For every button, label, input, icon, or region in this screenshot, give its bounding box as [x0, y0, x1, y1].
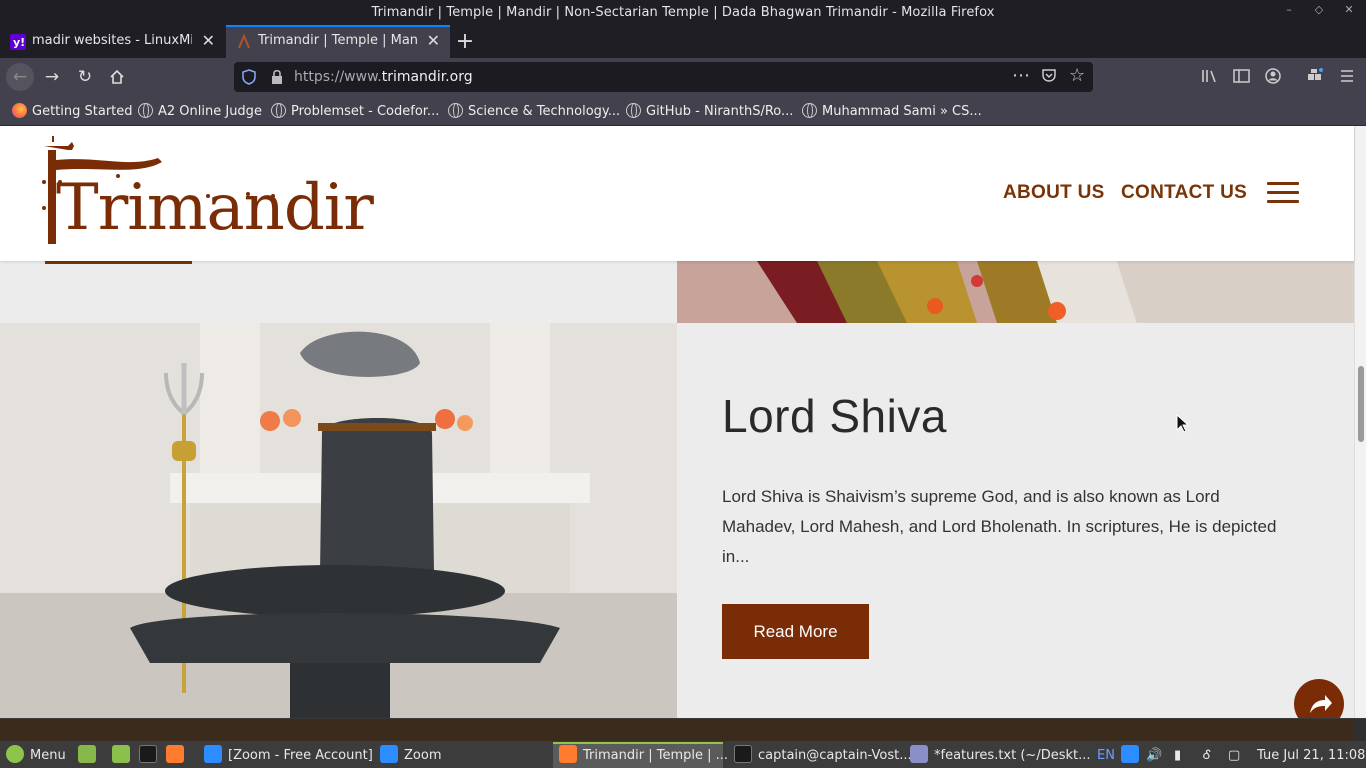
window-titlebar: Trimandir | Temple | Mandir | Non-Sectar…	[0, 0, 1366, 25]
tracking-protection-icon[interactable]	[242, 69, 256, 89]
extensions-icon[interactable]	[1306, 68, 1324, 88]
minimize-button[interactable]: –	[1280, 3, 1298, 21]
start-menu-button[interactable]: Menu	[6, 745, 66, 767]
taskbar-item-firefox[interactable]: Trimandir | Temple | ...	[553, 742, 728, 768]
lock-icon[interactable]	[270, 69, 284, 89]
hamburger-menu-icon[interactable]	[1267, 182, 1299, 204]
clock[interactable]: Tue Jul 21, 11:08	[1257, 745, 1365, 767]
bookmark-github[interactable]: GitHub - NiranthS/Ro...	[626, 103, 793, 119]
tab-trimandir[interactable]: Trimandir | Temple | Mandir ✕	[226, 25, 450, 58]
url-bar[interactable]: https://www.trimandir.org ⋯ ☆	[234, 62, 1093, 92]
display-icon[interactable]: ▢	[1228, 745, 1240, 767]
taskbar-item-terminal[interactable]: captain@captain-Vost...	[734, 745, 912, 767]
tab-bar: y! madir websites - LinuxMint ✕ Trimandi…	[0, 25, 1366, 58]
share-button[interactable]	[1294, 679, 1344, 718]
launcher-firefox[interactable]	[166, 745, 190, 767]
section-heading-underline	[45, 261, 192, 264]
volume-icon[interactable]: 🔊	[1146, 745, 1162, 767]
terminal-icon	[734, 745, 752, 763]
close-window-button[interactable]: ✕	[1340, 3, 1358, 21]
battery-icon[interactable]: ▮	[1174, 745, 1181, 767]
page-footer-strip	[0, 719, 1354, 741]
globe-icon	[271, 103, 286, 118]
folder-icon	[112, 745, 130, 763]
zoom-tray-icon[interactable]	[1121, 745, 1145, 767]
new-tab-button[interactable]: +	[452, 29, 478, 54]
site-header: Trimandir ABOUT US CONTACT US	[0, 126, 1354, 261]
bookmarks-toolbar: Getting Started A2 Online Judge Problems…	[0, 96, 1366, 126]
taskbar-item-zoom-account[interactable]: [Zoom - Free Account]	[204, 745, 373, 767]
deity-card: Lord Shiva Lord Shiva is Shaivism’s supr…	[677, 323, 1354, 718]
reload-button[interactable]: ↻	[71, 63, 99, 91]
deity-photo-partial	[677, 261, 1354, 323]
pocket-icon[interactable]	[1041, 67, 1057, 87]
svg-text:y!: y!	[13, 36, 25, 49]
home-button[interactable]	[103, 63, 131, 91]
launcher-files[interactable]	[112, 745, 136, 767]
tab-label: Trimandir | Temple | Mandir	[258, 33, 418, 48]
taskbar-item-zoom[interactable]: Zoom	[380, 745, 441, 767]
navigation-toolbar: ← → ↻ https://www.trimandir.org ⋯ ☆	[0, 58, 1366, 96]
trimandir-icon	[236, 33, 252, 50]
bookmark-muhammad-sami[interactable]: Muhammad Sami » CS...	[802, 103, 982, 119]
sidebar-icon[interactable]	[1233, 68, 1251, 88]
tab-madir-websites[interactable]: y! madir websites - LinuxMint ✕	[0, 25, 225, 58]
window-title: Trimandir | Temple | Mandir | Non-Sectar…	[371, 5, 995, 20]
library-icon[interactable]	[1201, 68, 1219, 88]
close-tab-icon[interactable]: ✕	[202, 31, 215, 50]
terminal-icon	[139, 745, 157, 763]
scrollbar-thumb[interactable]	[1358, 366, 1364, 442]
card-title: Lord Shiva	[722, 390, 947, 442]
firefox-icon	[166, 745, 184, 763]
app-menu-icon[interactable]	[1339, 68, 1355, 88]
bookmark-science-technology[interactable]: Science & Technology...	[448, 103, 620, 119]
page-actions-icon[interactable]: ⋯	[1012, 65, 1030, 86]
text-editor-icon	[910, 745, 928, 763]
mouse-cursor-icon	[1176, 414, 1190, 433]
zoom-icon	[204, 745, 222, 763]
page-scrollbar[interactable]	[1354, 126, 1366, 718]
read-more-button[interactable]: Read More	[722, 604, 869, 659]
forward-button[interactable]: →	[38, 63, 66, 91]
share-arrow-icon	[1310, 695, 1332, 713]
nav-contact-us[interactable]: CONTACT US	[1121, 182, 1247, 204]
account-icon[interactable]	[1265, 68, 1281, 88]
bluetooth-icon[interactable]: Ꮄ	[1203, 745, 1211, 767]
yahoo-icon: y!	[10, 34, 26, 50]
mint-menu-icon	[6, 745, 24, 763]
globe-icon	[138, 103, 153, 118]
bookmark-codeforces[interactable]: Problemset - Codefor...	[271, 103, 439, 119]
desktop-icon	[78, 745, 96, 763]
tab-label: madir websites - LinuxMint	[32, 33, 192, 48]
bookmark-getting-started[interactable]: Getting Started	[12, 103, 133, 119]
close-tab-icon[interactable]: ✕	[427, 31, 440, 50]
taskbar-item-text-editor[interactable]: *features.txt (~/Deskt...	[910, 745, 1091, 767]
globe-icon	[802, 103, 817, 118]
launcher-terminal[interactable]	[139, 745, 163, 767]
globe-icon	[626, 103, 641, 118]
firefox-icon	[12, 103, 27, 118]
bookmark-star-icon[interactable]: ☆	[1069, 65, 1085, 86]
zoom-icon	[380, 745, 398, 763]
site-logo[interactable]: Trimandir	[38, 136, 374, 248]
url-text[interactable]: https://www.trimandir.org	[294, 69, 473, 85]
maximize-button[interactable]: ◇	[1310, 3, 1328, 21]
nav-about-us[interactable]: ABOUT US	[1003, 182, 1105, 204]
keyboard-layout-indicator[interactable]: EN	[1097, 745, 1115, 767]
system-taskbar: Menu [Zoom - Free Account] Zoom Trimandi…	[0, 718, 1366, 768]
shiva-lingam-photo	[0, 323, 677, 718]
back-button[interactable]: ←	[6, 63, 34, 91]
globe-icon	[448, 103, 463, 118]
card-description: Lord Shiva is Shaivism’s supreme God, an…	[722, 487, 1277, 566]
firefox-icon	[559, 745, 577, 763]
bookmark-a2-online-judge[interactable]: A2 Online Judge	[138, 103, 262, 119]
logo-wordmark: Trimandir	[56, 171, 374, 245]
page-viewport: Trimandir ABOUT US CONTACT US Lord Shiva…	[0, 126, 1366, 718]
launcher-show-desktop[interactable]	[78, 745, 102, 767]
